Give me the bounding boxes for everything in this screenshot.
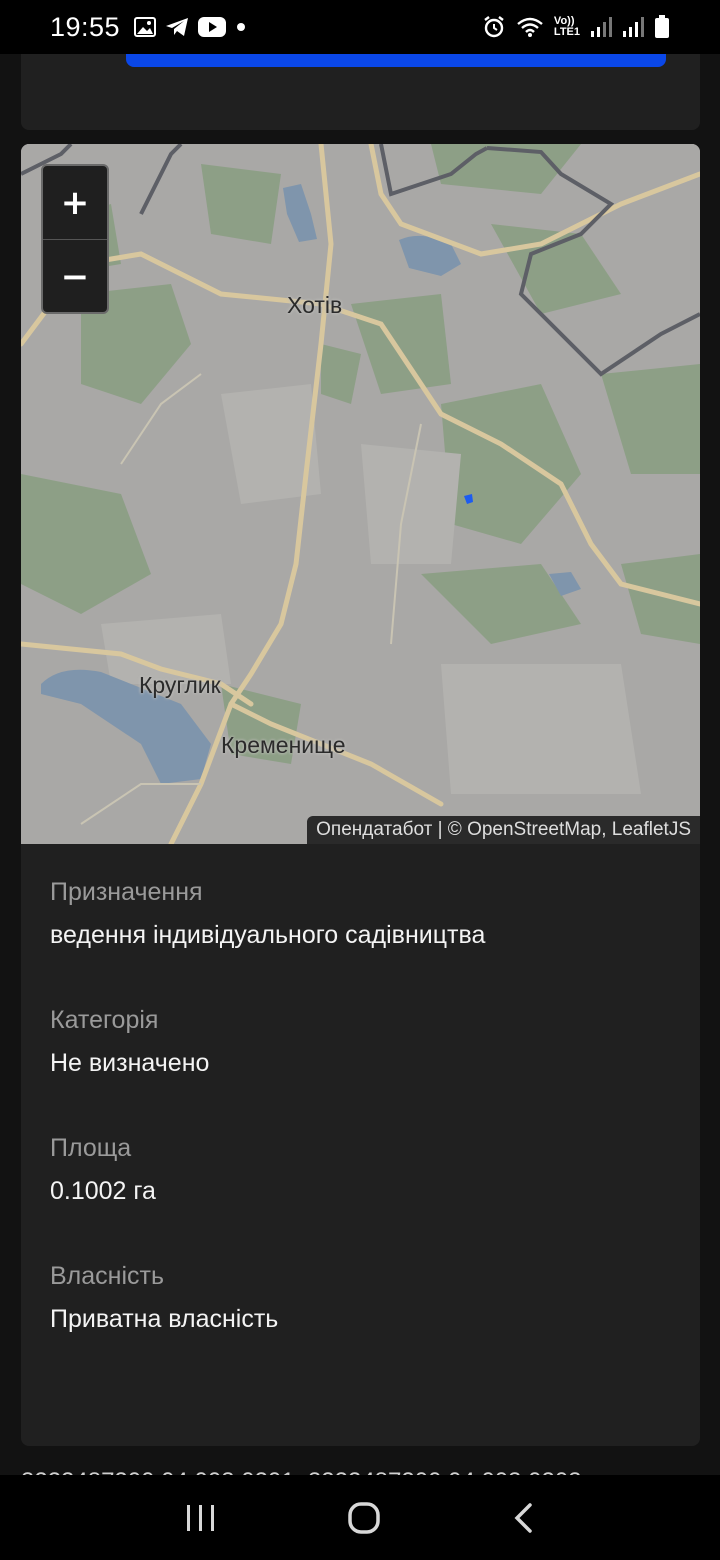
detail-label: Площа bbox=[50, 1134, 132, 1162]
status-bar: 19:55 Vo)) LTE1 bbox=[0, 0, 720, 54]
wifi-icon bbox=[516, 16, 544, 38]
map-label-kruhlyk: Круглик bbox=[139, 672, 221, 698]
parcel-details: Призначення ведення індивідуального саді… bbox=[21, 844, 700, 1334]
detail-ownership: Власність Приватна власність bbox=[50, 1262, 671, 1334]
primary-action-button[interactable] bbox=[126, 54, 666, 67]
signal-icon-2 bbox=[622, 16, 644, 38]
detail-value: ведення індивідуального садівництва bbox=[50, 921, 486, 949]
navigation-bar bbox=[0, 1475, 720, 1560]
map-tiles bbox=[21, 144, 700, 844]
detail-category: Категорія Не визначено bbox=[50, 1006, 671, 1078]
battery-icon bbox=[654, 15, 670, 39]
map-label-khotiv: Хотів bbox=[287, 292, 343, 318]
detail-value: 0.1002 га bbox=[50, 1177, 156, 1205]
youtube-icon bbox=[198, 17, 227, 37]
previous-card bbox=[21, 54, 700, 130]
detail-label: Категорія bbox=[50, 1006, 159, 1034]
back-icon[interactable] bbox=[511, 1502, 535, 1534]
status-right-icons: Vo)) LTE1 bbox=[482, 15, 670, 39]
detail-value: Не визначено bbox=[50, 1049, 210, 1077]
detail-value: Приватна власність bbox=[50, 1305, 279, 1333]
zoom-out-button[interactable]: − bbox=[43, 240, 107, 312]
map-attribution[interactable]: Опендатабот | © OpenStreetMap, LeafletJS bbox=[307, 816, 700, 844]
zoom-control: + − bbox=[41, 164, 109, 314]
status-left-icons bbox=[134, 17, 247, 37]
parcel-card: + − Хотів Круглик Кременище Опендатабот … bbox=[21, 144, 700, 1446]
zoom-in-button[interactable]: + bbox=[43, 166, 107, 240]
home-icon[interactable] bbox=[347, 1501, 381, 1535]
signal-icon bbox=[590, 16, 612, 38]
recent-apps-icon[interactable] bbox=[185, 1503, 217, 1533]
detail-area: Площа 0.1002 га bbox=[50, 1134, 671, 1206]
gallery-icon bbox=[134, 17, 157, 37]
dot-icon bbox=[235, 21, 247, 33]
parcel-map[interactable]: + − Хотів Круглик Кременище Опендатабот … bbox=[21, 144, 700, 844]
detail-label: Власність bbox=[50, 1262, 165, 1290]
telegram-icon bbox=[165, 17, 189, 37]
alarm-icon bbox=[482, 15, 506, 39]
lte-signal-icon: Vo)) LTE1 bbox=[554, 16, 580, 38]
status-time: 19:55 bbox=[50, 11, 121, 42]
map-label-kremenyshche: Кременище bbox=[221, 732, 346, 758]
detail-purpose: Призначення ведення індивідуального саді… bbox=[50, 878, 671, 950]
lte-line-2: LTE1 bbox=[553, 26, 580, 38]
detail-label: Призначення bbox=[50, 878, 203, 906]
